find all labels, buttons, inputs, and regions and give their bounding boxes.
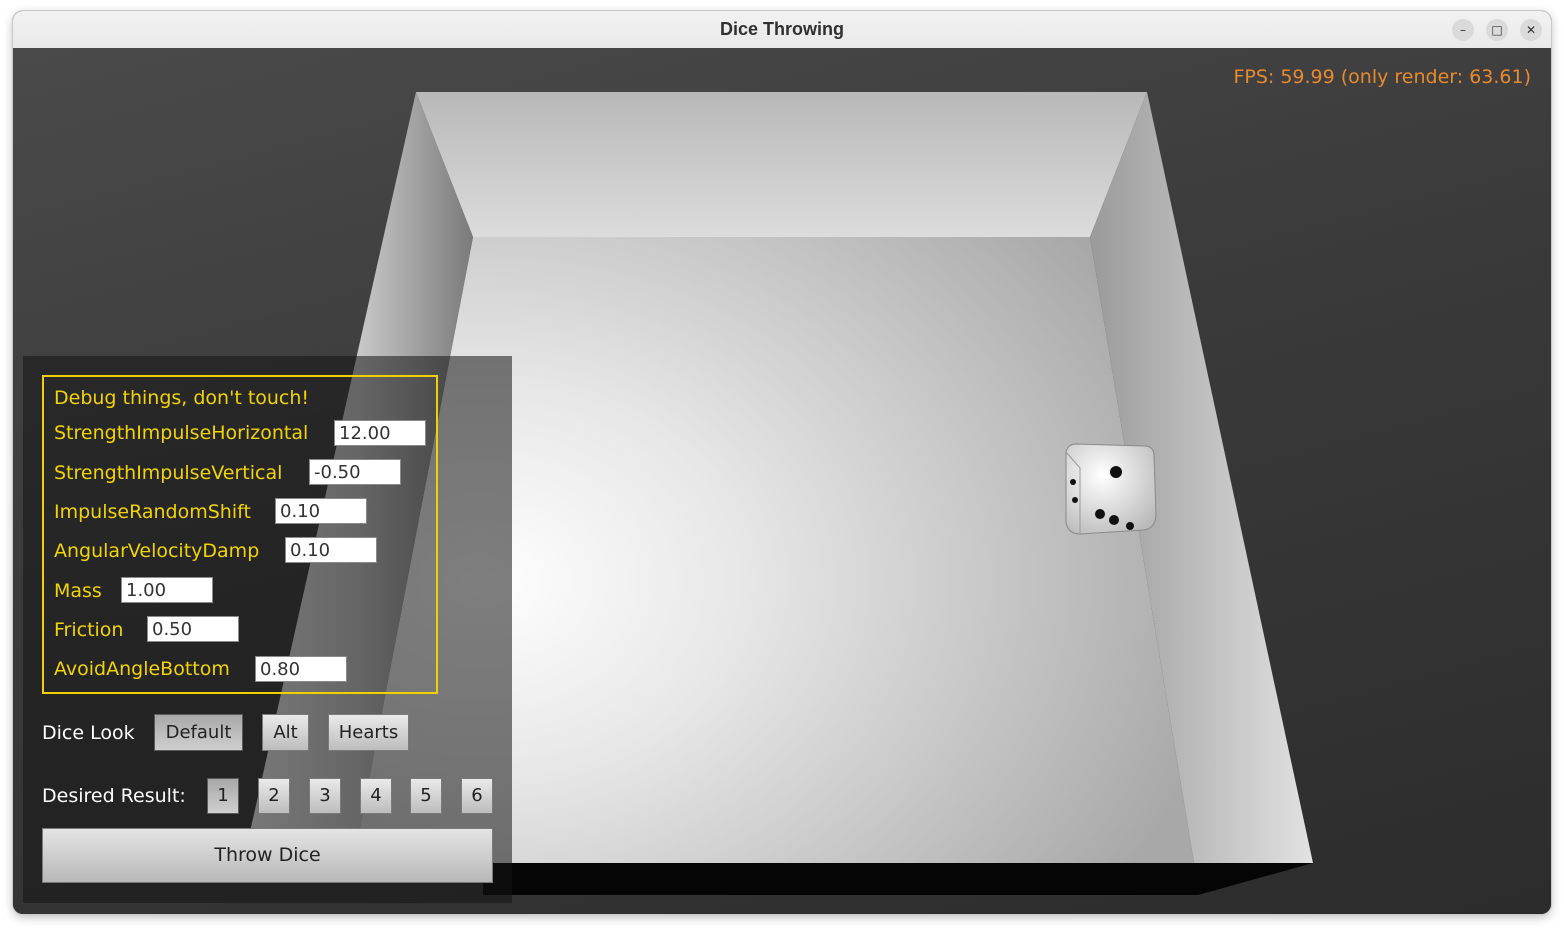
die (1065, 443, 1157, 535)
angular-velocity-damp-input[interactable] (285, 537, 377, 563)
throw-dice-button[interactable]: Throw Dice (42, 828, 493, 883)
title-bar[interactable]: Dice Throwing – □ ✕ (13, 11, 1551, 49)
field-label-angular-velocity-damp: AngularVelocityDamp (54, 540, 260, 562)
desired-result-6-button[interactable]: 6 (461, 778, 493, 814)
strength-impulse-horizontal-input[interactable] (334, 420, 426, 446)
fps-counter: FPS: 59.99 (only render: 63.61) (1233, 66, 1531, 88)
field-label-avoid-angle-bottom: AvoidAngleBottom (54, 658, 230, 680)
field-label-mass: Mass (54, 580, 102, 602)
mass-input[interactable] (121, 577, 213, 603)
desired-result-4-button[interactable]: 4 (360, 778, 392, 814)
dice-look-default-button[interactable]: Default (154, 714, 243, 751)
minimize-icon[interactable]: – (1452, 19, 1474, 41)
desired-result-1-button[interactable]: 1 (207, 778, 239, 814)
field-label-impulse-random-shift: ImpulseRandomShift (54, 501, 251, 523)
dice-look-hearts-button[interactable]: Hearts (328, 714, 409, 751)
desired-result-5-button[interactable]: 5 (410, 778, 442, 814)
control-panel: Debug things, don't touch! StrengthImpul… (23, 356, 512, 903)
desired-result-2-button[interactable]: 2 (258, 778, 290, 814)
strength-impulse-vertical-input[interactable] (309, 459, 401, 485)
friction-input[interactable] (147, 616, 239, 642)
close-icon[interactable]: ✕ (1520, 19, 1542, 41)
debug-title: Debug things, don't touch! (54, 387, 310, 409)
app-window: Dice Throwing – □ ✕ FPS: 59.99 (only ren… (13, 11, 1551, 914)
maximize-icon[interactable]: □ (1486, 19, 1508, 41)
field-label-strength-impulse-vertical: StrengthImpulseVertical (54, 462, 283, 484)
impulse-random-shift-input[interactable] (275, 498, 367, 524)
debug-box: Debug things, don't touch! StrengthImpul… (42, 375, 438, 694)
3d-viewport[interactable]: FPS: 59.99 (only render: 63.61) Debug th… (13, 48, 1551, 914)
dice-look-label: Dice Look (42, 722, 135, 744)
dice-look-alt-button[interactable]: Alt (262, 714, 309, 751)
avoid-angle-bottom-input[interactable] (255, 656, 347, 682)
desired-result-3-button[interactable]: 3 (309, 778, 341, 814)
desired-result-label: Desired Result: (42, 785, 186, 807)
window-title: Dice Throwing (719, 19, 844, 39)
box-front-edge (483, 863, 1313, 895)
field-label-friction: Friction (54, 619, 124, 641)
field-label-strength-impulse-horizontal: StrengthImpulseHorizontal (54, 422, 309, 444)
box-back-wall (416, 92, 1147, 237)
